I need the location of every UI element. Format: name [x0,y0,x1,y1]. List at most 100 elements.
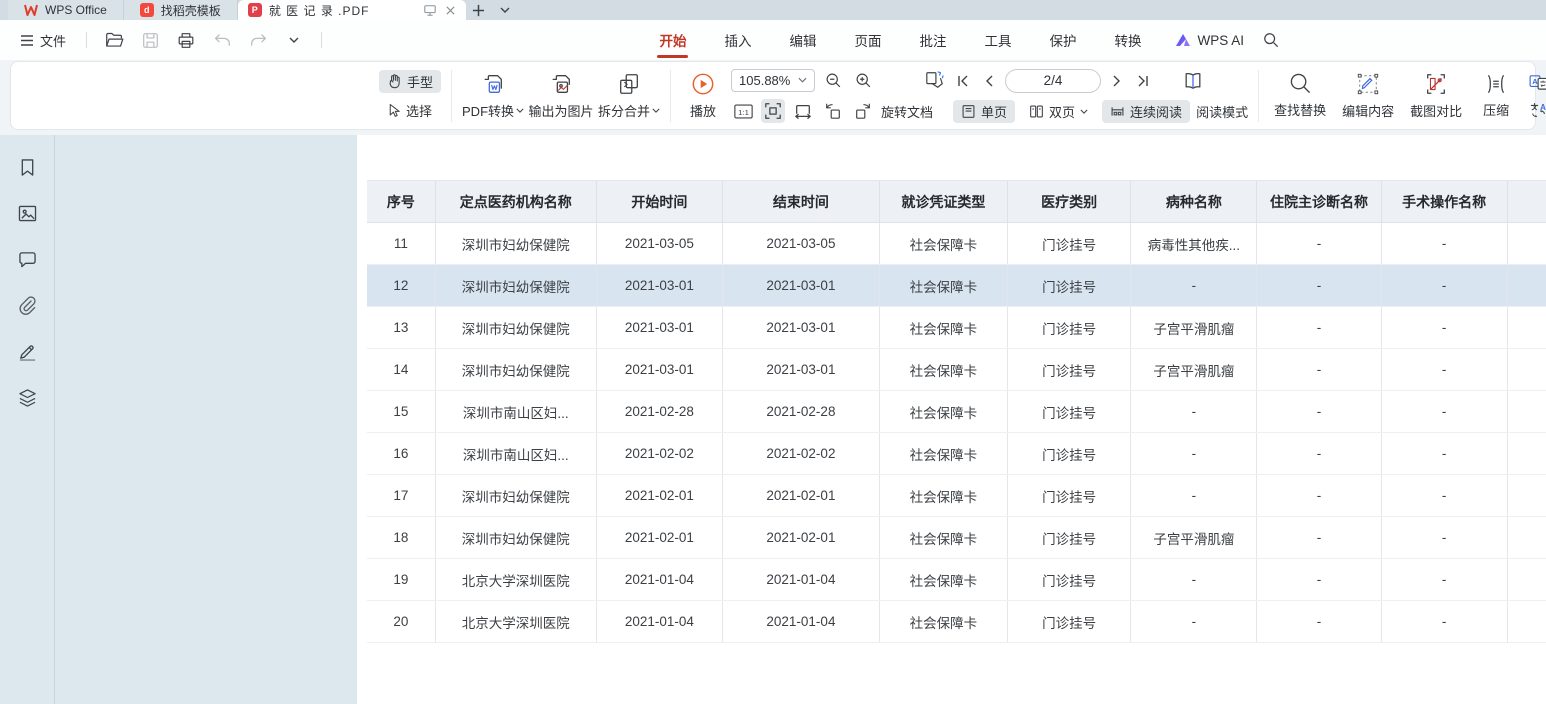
table-row[interactable]: 13 深圳市妇幼保健院 2021-03-01 2021-03-01 社会保障卡 … [367,307,1546,349]
file-menu-label: 文件 [40,31,66,50]
compress-label: 压缩 [1483,100,1509,119]
table-row[interactable]: 11 深圳市妇幼保健院 2021-03-05 2021-03-05 社会保障卡 … [367,223,1546,265]
bookmark-icon[interactable] [15,155,39,179]
cell-no: 19 [367,559,435,601]
menu-tab[interactable]: 保护 [1031,24,1094,56]
menu-tab[interactable]: 开始 [641,24,704,56]
word-translate-button[interactable]: A 划词翻译 [1529,100,1546,119]
cell-category: 门诊挂号 [1007,391,1131,433]
wps-ai-button[interactable]: WPS AI [1175,33,1244,48]
tab-document[interactable]: P 就 医 记 录 .PDF [238,0,466,20]
rotate-left-button[interactable] [821,99,845,123]
page-indicator-input[interactable]: 2/4 [1005,69,1101,93]
screenshot-compare-button[interactable]: 截图对比 [1405,70,1467,122]
table-row[interactable]: 14 深圳市妇幼保健院 2021-03-01 2021-03-01 社会保障卡 … [367,349,1546,391]
table-row[interactable]: 19 北京大学深圳医院 2021-01-04 2021-01-04 社会保障卡 … [367,559,1546,601]
menu-tab[interactable]: 工具 [966,24,1029,56]
col-header-end: 结束时间 [722,181,879,223]
output-as-image-label: 输出为图片 [529,101,594,120]
zoom-out-button[interactable] [821,68,845,92]
page-indicator-value: 2/4 [1044,73,1063,88]
cell-disease: 子宫平滑肌瘤 [1131,307,1257,349]
split-merge-icon [617,72,641,96]
tab-document-label: 就 医 记 录 .PDF [269,2,370,19]
table-row[interactable]: 17 深圳市妇幼保健院 2021-02-01 2021-02-01 社会保障卡 … [367,475,1546,517]
zoom-in-button[interactable] [851,68,875,92]
menu-tab[interactable]: 批注 [901,24,964,56]
cell-start: 2021-02-02 [596,433,722,475]
thumbnail-icon[interactable] [15,201,39,225]
first-page-button[interactable] [953,71,973,91]
translate-group: A 全文翻译 A 划词翻译 [1529,73,1546,119]
full-translate-button[interactable]: A 全文翻译 [1529,73,1546,92]
cell-diagnosis: - [1257,475,1381,517]
edit-content-button[interactable]: 编辑内容 [1337,70,1399,122]
search-icon[interactable] [1258,27,1284,53]
single-page-button[interactable]: 单页 [953,100,1015,123]
col-header-category: 医疗类别 [1007,181,1131,223]
rotate-document-label[interactable]: 旋转文档 [881,102,933,121]
double-page-button[interactable]: 双页 [1021,100,1096,123]
cell-start: 2021-03-05 [596,223,722,265]
word-translate-icon: A [1529,100,1546,118]
find-replace-button[interactable]: 查找替换 [1269,70,1331,121]
file-menu-button[interactable]: 文件 [14,27,72,54]
wps-logo-icon [24,4,38,16]
navigation-panel[interactable] [55,135,357,704]
layers-icon[interactable] [15,385,39,409]
cell-org: 深圳市妇幼保健院 [435,475,596,517]
open-file-button[interactable] [101,27,127,53]
table-row[interactable]: 20 北京大学深圳医院 2021-01-04 2021-01-04 社会保障卡 … [367,601,1546,643]
actual-size-button[interactable]: 1:1 [731,99,755,123]
play-button[interactable]: 播放 [681,70,725,122]
signature-pen-icon[interactable] [15,339,39,363]
table-row[interactable]: 15 深圳市南山区妇... 2021-02-28 2021-02-28 社会保障… [367,391,1546,433]
cell-diagnosis: - [1257,601,1381,643]
cell-diagnosis: - [1257,265,1381,307]
continuous-reading-button[interactable]: 连续阅读 [1102,100,1190,123]
hand-tool-button[interactable]: 手型 [379,70,441,93]
pdf-page[interactable]: 序号 定点医药机构名称 开始时间 结束时间 就诊凭证类型 医疗类别 病种名称 住… [357,135,1546,704]
read-mode-label[interactable]: 阅读模式 [1196,102,1248,121]
menu-tab[interactable]: 插入 [706,24,769,56]
cell-diagnosis: - [1257,223,1381,265]
tab-wps-office[interactable]: WPS Office [8,0,124,20]
print-button[interactable] [173,27,199,53]
pdf-convert-button[interactable]: PDF转换 [462,70,524,122]
output-as-image-button[interactable]: 输出为图片 [530,70,592,122]
tab-list-chevron-icon[interactable] [492,0,518,20]
save-button[interactable] [137,27,163,53]
last-page-button[interactable] [1133,71,1153,91]
full-translate-icon: A [1529,74,1546,90]
attachment-icon[interactable] [15,293,39,317]
close-tab-icon[interactable] [445,5,456,16]
redo-button[interactable] [245,27,271,53]
split-merge-button[interactable]: 拆分合并 [598,70,660,122]
play-label: 播放 [690,101,716,120]
cell-category: 门诊挂号 [1007,223,1131,265]
comment-icon[interactable] [15,247,39,271]
new-tab-button[interactable] [466,0,492,20]
rotate-right-button[interactable] [851,99,875,123]
zoom-level-select[interactable]: 105.88% [731,69,815,92]
table-row[interactable]: 18 深圳市妇幼保健院 2021-02-01 2021-02-01 社会保障卡 … [367,517,1546,559]
fit-page-button[interactable] [761,99,785,123]
fit-width-button[interactable] [791,99,815,123]
menu-tab[interactable]: 页面 [836,24,899,56]
col-header-extra [1507,181,1546,223]
compress-button[interactable]: 压缩 [1473,71,1519,121]
more-commands-chevron-icon[interactable] [281,27,307,53]
cell-cert: 社会保障卡 [879,307,1007,349]
monitor-icon[interactable] [423,4,437,17]
select-tool-button[interactable]: 选择 [379,99,441,122]
menu-tab[interactable]: 转换 [1096,24,1159,56]
next-page-button[interactable] [1107,71,1127,91]
tab-docer[interactable]: d 找稻壳模板 [124,0,238,20]
previous-page-button[interactable] [979,71,999,91]
cell-end: 2021-02-01 [722,517,879,559]
table-row[interactable]: 12 深圳市妇幼保健院 2021-03-01 2021-03-01 社会保障卡 … [367,265,1546,307]
table-row[interactable]: 16 深圳市南山区妇... 2021-02-02 2021-02-02 社会保障… [367,433,1546,475]
cell-diagnosis: - [1257,391,1381,433]
undo-button[interactable] [209,27,235,53]
menu-tab[interactable]: 编辑 [771,24,834,56]
